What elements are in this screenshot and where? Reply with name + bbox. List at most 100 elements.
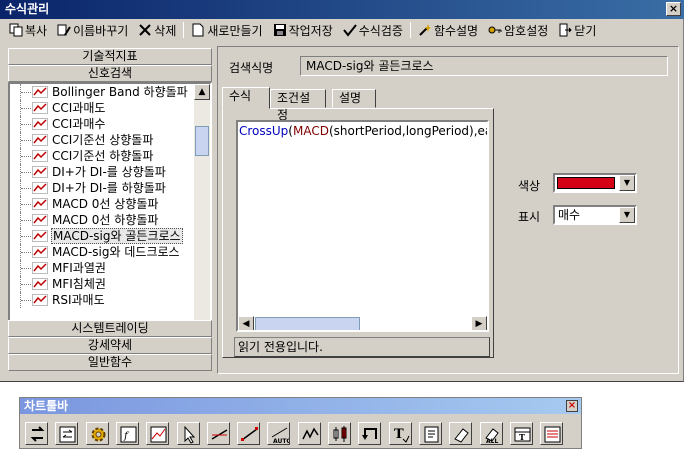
close-label: 닫기 [574,23,597,38]
chart-line-icon [32,150,48,162]
chart-line-icon [32,118,48,130]
auto-trend-icon: AUTO [272,427,289,444]
eraser-icon [454,428,469,443]
tree-item[interactable]: CCI과매도 [10,100,198,116]
delete-button[interactable]: 삭제 [133,20,181,40]
scroll-up-button[interactable]: ▲ [194,84,210,100]
wave-button[interactable] [297,422,321,445]
tree-item[interactable]: MFI침체권 [10,276,198,292]
display-value: 매수 [558,208,581,222]
eraser-button[interactable] [449,422,473,445]
auto-trend-button[interactable]: AUTO [267,422,291,445]
text-button[interactable]: T [388,422,412,445]
tree-item-label: MACD-sig와 데드크로스 [52,245,180,259]
function-description-label: 함수설명 [433,23,479,38]
search-name-label: 검색식명 [229,61,274,75]
function-description-button[interactable]: 함수설명 [413,20,483,40]
tree-item[interactable]: CCI기준선 상향돌파 [10,132,198,148]
text-icon: T [394,427,410,443]
checkmark-icon [342,23,357,37]
tree-item-label: CCI과매도 [52,101,106,115]
save-button[interactable]: 작업저장 [268,20,338,40]
chevron-down-icon[interactable]: ▼ [619,207,635,223]
tree-item[interactable]: MACD-sig와 골든크로스 [10,228,198,244]
tree-item[interactable]: MACD-sig와 데드크로스 [10,244,198,260]
erase-all-button[interactable]: ALL [479,422,503,445]
arrow-button[interactable] [358,422,382,445]
list-button[interactable] [540,422,564,445]
svg-text:ALL: ALL [486,438,498,444]
category-strong-weak[interactable]: 강세약세 [8,337,212,354]
line-icon [211,429,228,440]
category-tech-indicator[interactable]: 기술적지표 [8,48,212,65]
tab-condition[interactable]: 조건설정 [270,89,326,122]
category-general-function[interactable]: 일반함수 [8,354,212,371]
sparkle-icon [418,23,432,37]
password-button[interactable]: 암호설정 [483,20,553,40]
note-icon [424,426,439,443]
tree-vertical-scrollbar[interactable]: ▲ ▼ [194,84,210,348]
table-button[interactable]: T [509,422,533,445]
vertical-scroll-thumb[interactable] [195,126,209,156]
chart-line-icon [32,102,48,114]
trendline-button[interactable] [237,422,261,445]
window-close-button[interactable]: × [666,2,681,16]
new-button[interactable]: 새로만들기 [186,20,267,40]
tree-item[interactable]: MACD 0선 상향돌파 [10,196,198,212]
tree-item[interactable]: MFI과열권 [10,260,198,276]
chart-line-icon [32,198,48,210]
formula-button[interactable]: f [115,422,139,445]
delete-icon [138,23,152,37]
editor-scroll-thumb[interactable] [255,317,360,330]
tree-item[interactable]: RSI과매도 [10,292,198,308]
save-icon [273,23,287,37]
line-button[interactable] [206,422,230,445]
tree-item-label: MACD 0선 상향돌파 [52,197,159,211]
verify-button[interactable]: 수식검증 [338,20,408,40]
exit-icon [558,23,572,37]
scroll-left-button[interactable]: ◀ [238,316,254,330]
svg-text:T: T [394,427,404,442]
tree-item[interactable]: MACD 0선 하향돌파 [10,212,198,228]
scroll-right-button[interactable]: ▶ [471,316,487,330]
trendline-icon [241,427,259,441]
tab-description[interactable]: 설명 [332,89,376,108]
close-icon[interactable]: × [566,400,578,412]
copy-button[interactable]: 복사 [4,20,52,40]
chart-toolbar: 차트툴바 × f AUTO T ALL T [19,397,582,449]
candle-button[interactable] [328,422,351,445]
gear-button[interactable] [85,422,109,445]
chevron-down-icon[interactable]: ▼ [619,175,635,191]
tab-formula[interactable]: 수식 [222,87,270,109]
category-panel: 기술적지표 신호검색 RSI과매도 MFI침체권 MFI과열권 MACD-sig와 데… [8,46,212,374]
category-signal-search[interactable]: 신호검색 [8,65,212,82]
tree-item[interactable]: Bollinger Band 하향돌파 [10,84,198,100]
color-picker[interactable]: ▼ [553,173,637,193]
chart-line-icon [32,246,48,258]
tree-item[interactable]: DI+가 DI-를 하향돌파 [10,180,198,196]
cycle-button[interactable] [25,422,48,445]
rename-button[interactable]: 이름바꾸기 [52,20,133,40]
close-button[interactable]: 닫기 [553,20,601,40]
key-icon [488,23,502,37]
swap-button[interactable] [55,422,79,445]
tree-item[interactable]: CCI기준선 하향돌파 [10,148,198,164]
status-bar: 읽기 전용입니다. [234,337,490,357]
password-label: 암호설정 [504,23,549,38]
formula-text: CrossUp(MACD(shortPeriod,longPeriod),eav [239,124,487,138]
formula-manager-window: 수식관리 × 복사 이름바꾸기 삭제 새로만들기 작업저장 수식검증 함수설명 … [0,0,684,382]
note-button[interactable] [418,422,442,445]
tree-item[interactable]: CCI과매수 [10,116,198,132]
category-system-trading[interactable]: 시스템트레이딩 [8,320,212,337]
formula-editor[interactable]: CrossUp(MACD(shortPeriod,longPeriod),eav… [236,120,489,332]
tab-label: 설명 [339,91,362,105]
chart-grid-button[interactable] [146,422,170,445]
display-select[interactable]: 매수 ▼ [553,205,637,225]
save-label: 작업저장 [288,23,333,38]
tree-item[interactable]: DI+가 DI-를 상향돌파 [10,164,198,180]
tree-item-label: Bollinger Band 하향돌파 [52,85,188,99]
tree-item-label: MFI침체권 [52,277,106,291]
svg-text:T: T [519,432,525,442]
category-label: 일반함수 [87,355,133,369]
cursor-button[interactable] [176,422,200,445]
